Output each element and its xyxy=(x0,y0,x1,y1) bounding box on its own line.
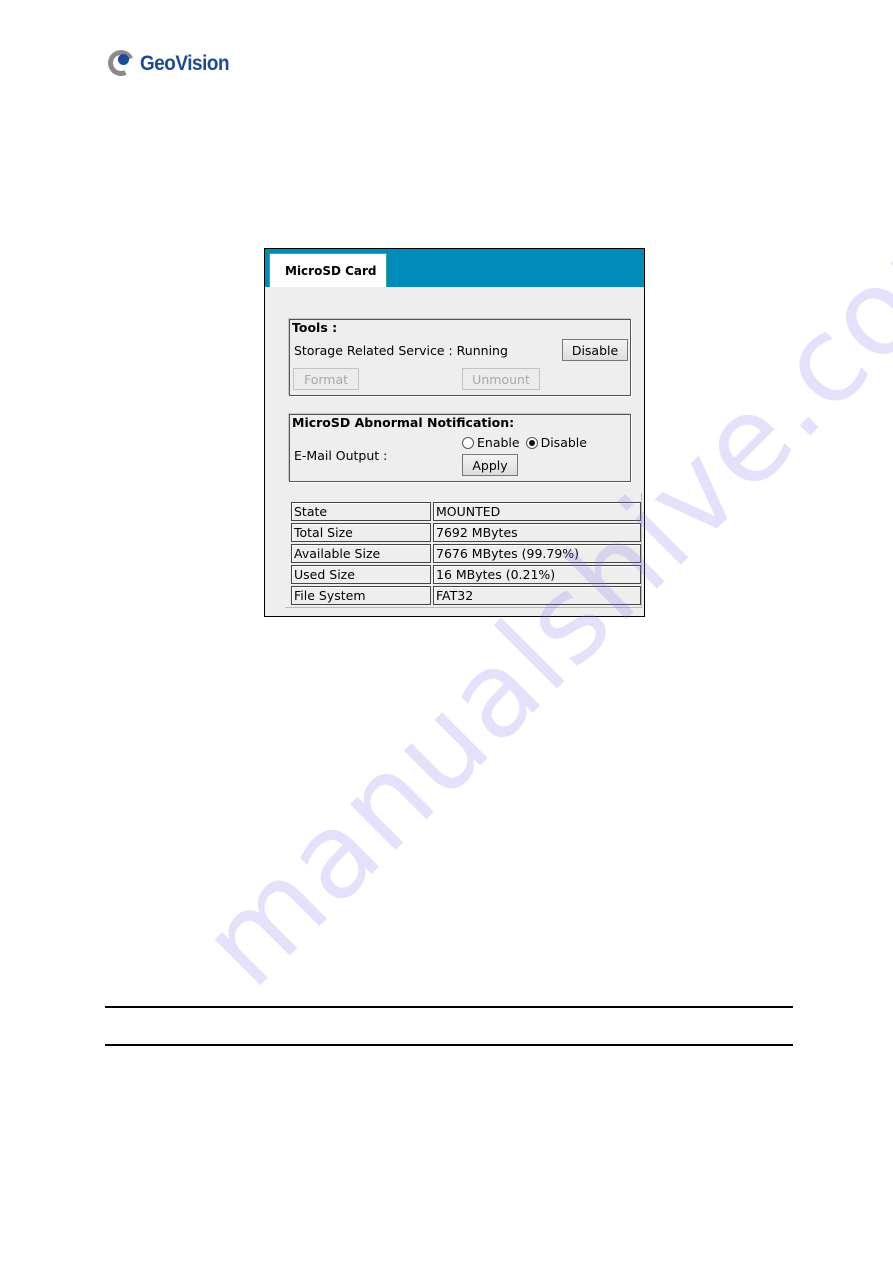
geovision-logo: GeoVision xyxy=(104,46,239,81)
logo-brand-text: GeoVision xyxy=(140,52,230,75)
apply-button[interactable]: Apply xyxy=(462,454,518,476)
table-row: State MOUNTED xyxy=(291,502,641,521)
format-button[interactable]: Format xyxy=(293,368,359,390)
divider-top xyxy=(105,1006,793,1008)
radio-disable[interactable]: Disable xyxy=(525,435,587,450)
info-value: 7676 MBytes (99.79%) xyxy=(433,544,641,563)
info-key: Available Size xyxy=(291,544,431,563)
info-key: Used Size xyxy=(291,565,431,584)
storage-service-status: Storage Related Service : Running xyxy=(294,343,508,358)
tools-group: Tools : Storage Related Service : Runnin… xyxy=(289,319,631,396)
tab-microsd-card[interactable]: MicroSD Card xyxy=(269,253,387,287)
table-row: Available Size 7676 MBytes (99.79%) xyxy=(291,544,641,563)
notification-title: MicroSD Abnormal Notification: xyxy=(292,415,515,430)
microsd-card-panel: MicroSD Card Tools : Storage Related Ser… xyxy=(264,248,645,617)
info-value: 16 MBytes (0.21%) xyxy=(433,565,641,584)
email-output-label: E-Mail Output : xyxy=(294,448,388,463)
radio-disable-circle[interactable] xyxy=(525,436,538,449)
radio-disable-label: Disable xyxy=(540,435,587,450)
tools-title: Tools : xyxy=(292,320,338,335)
tab-bar: MicroSD Card xyxy=(265,249,644,287)
info-key: State xyxy=(291,502,431,521)
divider-bottom xyxy=(105,1044,793,1046)
table-row: File System FAT32 xyxy=(291,586,641,605)
table-row: Total Size 7692 MBytes xyxy=(291,523,641,542)
geovision-logo-icon xyxy=(104,46,138,80)
abnormal-notification-group: MicroSD Abnormal Notification: E-Mail Ou… xyxy=(289,414,631,482)
info-value: 7692 MBytes xyxy=(433,523,641,542)
radio-enable-label: Enable xyxy=(477,435,520,450)
info-value: MOUNTED xyxy=(433,502,641,521)
info-key: Total Size xyxy=(291,523,431,542)
unmount-button[interactable]: Unmount xyxy=(462,368,540,390)
table-row: Used Size 16 MBytes (0.21%) xyxy=(291,565,641,584)
radio-enable-circle[interactable] xyxy=(462,436,474,449)
disable-service-button[interactable]: Disable xyxy=(562,339,628,361)
info-value: FAT32 xyxy=(433,586,641,605)
info-key: File System xyxy=(291,586,431,605)
radio-enable[interactable]: Enable xyxy=(462,435,520,450)
email-output-radio-group: Enable Disable xyxy=(462,435,593,450)
sd-info-table: State MOUNTED Total Size 7692 MBytes Ava… xyxy=(289,500,643,607)
